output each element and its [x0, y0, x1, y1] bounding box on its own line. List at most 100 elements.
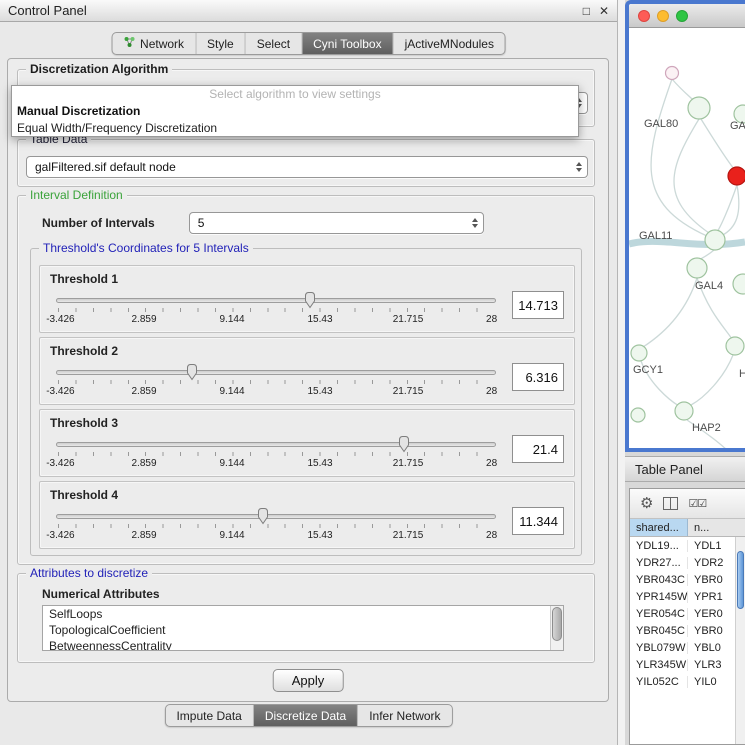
network-node[interactable]: [675, 402, 693, 420]
table-row[interactable]: YLR345W YLR3: [630, 656, 745, 673]
tab-style[interactable]: Style: [196, 33, 246, 54]
scrollbar-thumb[interactable]: [737, 551, 744, 609]
threshold-4-panel: Threshold 4 -3.426 2.859 9.144: [39, 481, 575, 549]
slider-thumb[interactable]: [186, 363, 199, 381]
threshold-4-slider[interactable]: -3.426 2.859 9.144 15.43 21.715 28: [56, 507, 496, 547]
threshold-3-slider[interactable]: -3.426 2.859 9.144 15.43 21.715 28: [56, 435, 496, 475]
slider-track[interactable]: [56, 514, 496, 519]
slider-thumb[interactable]: [397, 435, 410, 453]
network-window-titlebar[interactable]: [629, 4, 745, 28]
network-graph[interactable]: GAL80 GA GAL11 GAL4 GCY1 H HAP2: [629, 28, 745, 448]
zoom-traffic-light-icon[interactable]: [676, 10, 688, 22]
tab-cyni-toolbox[interactable]: Cyni Toolbox: [302, 33, 393, 54]
cell[interactable]: YDR27...: [630, 557, 688, 569]
apply-button[interactable]: Apply: [273, 669, 344, 692]
select-columns-icon[interactable]: ☑☑: [688, 497, 706, 510]
slider-track[interactable]: [56, 298, 496, 303]
threshold-1-slider[interactable]: -3.426 2.859 9.144 15.43 21.715 28: [56, 291, 496, 331]
table-row[interactable]: YBR043C YBR0: [630, 571, 745, 588]
tick-label: -3.426: [46, 530, 74, 541]
attributes-list[interactable]: SelfLoops TopologicalCoefficient Between…: [42, 605, 564, 651]
table-row[interactable]: YPR145W YPR1: [630, 588, 745, 605]
dropdown-option-manual[interactable]: Manual Discretization: [12, 103, 578, 120]
slider-thumb[interactable]: [256, 507, 269, 525]
thresholds-group-label: Threshold's Coordinates for 5 Intervals: [39, 241, 253, 255]
discretization-algorithm-label: Discretization Algorithm: [26, 62, 172, 76]
slider-track[interactable]: [56, 370, 496, 375]
network-node[interactable]: [631, 408, 645, 422]
tick-label: 9.144: [219, 314, 244, 325]
network-nodes[interactable]: [631, 97, 745, 448]
cell[interactable]: YBR043C: [630, 574, 688, 586]
list-item[interactable]: SelfLoops: [43, 606, 563, 622]
scrollbar-thumb[interactable]: [552, 607, 562, 641]
table-body: YDL19... YDL1 YDR27... YDR2 YBR043C YBR0…: [630, 537, 745, 690]
cyni-bottom-tabs: Impute Data Discretize Data Infer Networ…: [164, 704, 452, 727]
number-of-intervals-combobox[interactable]: 5: [189, 212, 484, 234]
table-data-combobox[interactable]: galFiltered.sif default node: [26, 156, 588, 178]
network-node[interactable]: [631, 345, 647, 361]
tick-label: 9.144: [219, 458, 244, 469]
cell[interactable]: YBR045C: [630, 625, 688, 637]
cell[interactable]: YIL052C: [630, 676, 688, 688]
table-row[interactable]: YER054C YER0: [630, 605, 745, 622]
attributes-group-label: Attributes to discretize: [26, 566, 152, 580]
table-row[interactable]: YBL079W YBL0: [630, 639, 745, 656]
network-node-selected-red[interactable]: [728, 167, 745, 185]
table-panel-titlebar[interactable]: Table Panel: [625, 456, 745, 482]
threshold-2-value-field[interactable]: 6.316: [512, 363, 564, 391]
tab-infer-network[interactable]: Infer Network: [358, 705, 451, 726]
table-row[interactable]: YIL052C YIL0: [630, 673, 745, 690]
network-node[interactable]: [687, 258, 707, 278]
network-view-window: GAL80 GA GAL11 GAL4 GCY1 H HAP2: [625, 0, 745, 452]
threshold-1-value-field[interactable]: 14.713: [512, 291, 564, 319]
tick-label: -3.426: [46, 314, 74, 325]
list-item[interactable]: BetweennessCentrality: [43, 638, 563, 651]
network-node[interactable]: [688, 97, 710, 119]
network-canvas[interactable]: GAL80 GA GAL11 GAL4 GCY1 H HAP2: [629, 28, 745, 448]
dropdown-placeholder-option[interactable]: Select algorithm to view settings: [12, 86, 578, 103]
cell[interactable]: YPR145W: [630, 591, 688, 603]
network-node[interactable]: [705, 230, 725, 250]
close-traffic-light-icon[interactable]: [638, 10, 650, 22]
table-vertical-scrollbar[interactable]: [735, 537, 745, 744]
control-panel-tabs: Network Style Select Cyni Toolbox jActiv…: [111, 32, 506, 55]
tab-jactivemnodules-label: jActiveMNodules: [405, 37, 494, 51]
tab-select[interactable]: Select: [246, 33, 302, 54]
dropdown-option-equal-width[interactable]: Equal Width/Frequency Discretization: [12, 120, 578, 137]
cell[interactable]: YER054C: [630, 608, 688, 620]
table-row[interactable]: YBR045C YBR0: [630, 622, 745, 639]
table-row[interactable]: YDR27... YDR2: [630, 554, 745, 571]
list-item[interactable]: TopologicalCoefficient: [43, 622, 563, 638]
combo-stepper-icon: [468, 218, 478, 228]
algorithm-dropdown-popup: Select algorithm to view settings Manual…: [11, 85, 579, 137]
threshold-3-value-field[interactable]: 21.4: [512, 435, 564, 463]
list-scrollbar[interactable]: [550, 606, 563, 650]
threshold-2-slider[interactable]: -3.426 2.859 9.144 15.43 21.715 28: [56, 363, 496, 403]
cell[interactable]: YLR345W: [630, 659, 688, 671]
column-header-shared-name[interactable]: shared...: [630, 519, 688, 536]
table-row[interactable]: YDL19... YDL1: [630, 537, 745, 554]
cell[interactable]: YDL19...: [630, 540, 688, 552]
network-node-pink[interactable]: [666, 67, 679, 80]
gear-icon[interactable]: ⚙: [640, 496, 653, 511]
tab-network-label: Network: [140, 37, 184, 51]
tab-jactivemnodules[interactable]: jActiveMNodules: [394, 33, 505, 54]
tab-impute-data[interactable]: Impute Data: [165, 705, 253, 726]
show-columns-icon[interactable]: [663, 497, 678, 510]
threshold-4-value-field[interactable]: 11.344: [512, 507, 564, 535]
cell[interactable]: YBL079W: [630, 642, 688, 654]
network-node[interactable]: [733, 274, 745, 294]
network-node[interactable]: [726, 337, 744, 355]
float-window-icon[interactable]: □: [583, 4, 590, 18]
slider-thumb[interactable]: [303, 291, 316, 309]
slider-track[interactable]: [56, 442, 496, 447]
control-panel-window: Control Panel □ ✕ Network Style: [0, 0, 618, 745]
tab-discretize-data[interactable]: Discretize Data: [254, 705, 358, 726]
column-header-name[interactable]: n...: [688, 519, 745, 536]
close-icon[interactable]: ✕: [599, 4, 609, 18]
minimize-traffic-light-icon[interactable]: [657, 10, 669, 22]
tab-style-label: Style: [207, 37, 234, 51]
tick-label: 28: [486, 530, 497, 541]
tab-network[interactable]: Network: [112, 33, 196, 54]
